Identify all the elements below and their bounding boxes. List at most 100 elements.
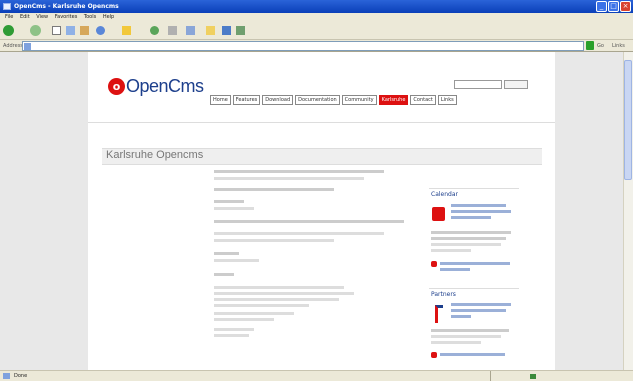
text-line (214, 239, 334, 242)
text-line (214, 259, 259, 262)
menu-favorites[interactable]: Favorites (55, 14, 78, 20)
arrow-icon (431, 352, 437, 358)
text-line (214, 292, 354, 295)
opencms-logo-icon[interactable]: o (108, 78, 125, 95)
forward-icon[interactable] (30, 25, 41, 36)
text-line (431, 341, 481, 344)
go-label[interactable]: Go (597, 41, 604, 51)
text-line (214, 328, 254, 331)
window-title: OpenCms - Karlsruhe Opencms (14, 3, 119, 10)
nav-links[interactable]: Links (437, 95, 457, 105)
link-line[interactable] (451, 315, 471, 318)
internet-zone-icon (530, 374, 536, 379)
page-title: Karlsruhe Opencms (106, 149, 204, 161)
link-line[interactable] (451, 303, 511, 306)
status-page-icon (3, 373, 10, 379)
browser-toolbar (0, 22, 633, 40)
menu-view[interactable]: View (36, 14, 48, 20)
nav-features[interactable]: Features (232, 95, 261, 105)
tools-icon[interactable] (236, 26, 245, 35)
text-line (214, 220, 404, 223)
text-line (214, 177, 364, 180)
page-icon (24, 43, 31, 50)
text-line (214, 334, 249, 337)
scrollbar-thumb[interactable] (624, 60, 632, 180)
text-line (214, 200, 244, 203)
close-button[interactable]: × (620, 1, 631, 12)
link-line[interactable] (440, 353, 505, 356)
nav-contact[interactable]: Contact (410, 95, 436, 105)
header-divider (88, 122, 555, 123)
menu-help[interactable]: Help (103, 14, 114, 20)
folder-icon[interactable] (206, 26, 215, 35)
text-line (214, 170, 384, 173)
text-line (214, 298, 339, 301)
search-icon[interactable] (96, 26, 105, 35)
nav-karlsruhe[interactable]: Karlsruhe (378, 95, 409, 105)
address-bar: Address Go Links (0, 40, 633, 52)
text-line (431, 249, 471, 252)
link-line[interactable] (451, 216, 491, 219)
sidebar: Calendar Partners (429, 188, 519, 368)
print-icon[interactable] (186, 26, 195, 35)
status-text: Done (14, 373, 28, 379)
menu-tools[interactable]: Tools (84, 14, 96, 20)
link-line[interactable] (451, 309, 506, 312)
status-bar: Done (0, 370, 633, 381)
link-line[interactable] (440, 262, 510, 265)
web-page: o OpenCms Home Features Download Documen… (88, 52, 555, 370)
link-line[interactable] (451, 210, 511, 213)
menu-edit[interactable]: Edit (20, 14, 30, 20)
history-icon[interactable] (150, 26, 159, 35)
text-line (214, 232, 384, 235)
refresh-icon[interactable] (66, 26, 75, 35)
back-icon[interactable] (3, 25, 14, 36)
link-line[interactable] (440, 268, 470, 271)
partners-box-title: Partners (431, 291, 456, 298)
partners-box: Partners (429, 288, 519, 368)
go-button[interactable] (586, 41, 594, 50)
window-titlebar: OpenCms - Karlsruhe Opencms _ □ × (0, 0, 633, 13)
menu-file[interactable]: File (5, 14, 13, 20)
messenger-icon[interactable] (222, 26, 231, 35)
nav-documentation[interactable]: Documentation (295, 95, 340, 105)
site-nav: Home Features Download Documentation Com… (210, 95, 459, 105)
home-icon[interactable] (80, 26, 89, 35)
text-line (214, 252, 239, 255)
browser-icon (3, 3, 11, 10)
calendar-box: Calendar (429, 188, 519, 286)
link-line[interactable] (451, 204, 506, 207)
nav-community[interactable]: Community (341, 95, 377, 105)
address-input[interactable] (22, 41, 584, 51)
text-line (214, 188, 334, 191)
minimize-button[interactable]: _ (596, 1, 607, 12)
arrow-icon (431, 261, 437, 267)
partner-logo-icon[interactable] (435, 305, 443, 323)
opencms-logo-text[interactable]: OpenCms (126, 76, 204, 97)
maximize-button[interactable]: □ (608, 1, 619, 12)
favorites-icon[interactable] (122, 26, 131, 35)
nav-download[interactable]: Download (262, 95, 294, 105)
text-line (214, 207, 254, 210)
text-line (431, 231, 511, 234)
links-label[interactable]: Links (612, 41, 625, 51)
mail-icon[interactable] (168, 26, 177, 35)
text-line (431, 335, 501, 338)
main-content (214, 168, 420, 368)
text-line (214, 318, 274, 321)
menubar: File Edit View Favorites Tools Help (0, 13, 633, 22)
nav-home[interactable]: Home (210, 95, 231, 105)
calendar-icon[interactable] (432, 207, 445, 221)
text-line (214, 304, 309, 307)
text-line (214, 273, 234, 276)
address-label: Address (3, 43, 23, 49)
text-line (214, 286, 344, 289)
browser-viewport[interactable]: o OpenCms Home Features Download Documen… (0, 52, 623, 370)
calendar-box-title: Calendar (431, 191, 458, 198)
text-line (431, 237, 506, 240)
stop-icon[interactable] (52, 26, 61, 35)
site-search-button[interactable] (504, 80, 528, 89)
status-divider (490, 371, 491, 381)
site-search-input[interactable] (454, 80, 502, 89)
text-line (214, 312, 294, 315)
